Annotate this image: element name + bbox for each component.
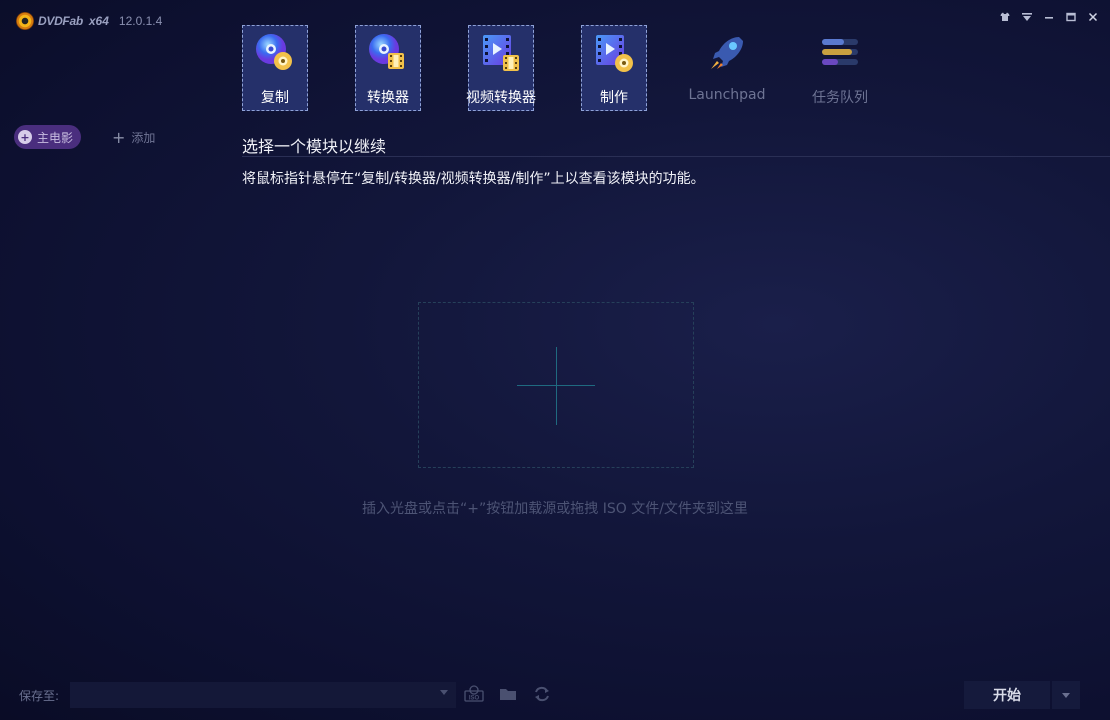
module-video-converter-label: 视频转换器 [466, 90, 536, 106]
module-creator[interactable]: 制作 [581, 25, 647, 111]
plus-circle-icon: + [18, 130, 32, 144]
app-logo: DVDFab x64 12.0.1.4 [16, 12, 162, 30]
dvdfab-logo-icon [16, 12, 34, 30]
video-creator-icon [592, 31, 636, 75]
iso-icon[interactable]: ISO [464, 685, 484, 703]
add-source-button[interactable]: + 添加 [112, 129, 155, 146]
main-movie-label: 主电影 [37, 130, 74, 145]
save-path-dropdown-icon[interactable] [440, 690, 448, 695]
skin-icon[interactable] [998, 10, 1012, 24]
maximize-icon[interactable] [1064, 10, 1078, 24]
logo-text: DVDFab [38, 14, 83, 28]
module-creator-label: 制作 [600, 90, 628, 106]
close-icon[interactable] [1086, 10, 1100, 24]
app-window: DVDFab x64 12.0.1.4 + 主电影 + 添加 复制 转换器 视频… [0, 0, 1110, 720]
module-converter-label: 转换器 [367, 90, 409, 106]
start-options-dropdown[interactable] [1052, 681, 1080, 709]
heading-divider [242, 156, 1110, 157]
folder-icon[interactable] [498, 685, 518, 703]
add-label: 添加 [131, 131, 156, 145]
module-launchpad[interactable]: Launchpad [688, 25, 766, 111]
logo-arch: x64 [88, 14, 109, 28]
page-subtext: 将鼠标指针悬停在“复制/转换器/视频转换器/制作”上以查看该模块的功能。 [242, 171, 705, 187]
drop-hint: 插入光盘或点击“+”按钮加载源或拖拽 ISO 文件/文件夹到这里 [362, 501, 748, 517]
module-video-converter[interactable]: 视频转换器 [466, 25, 536, 111]
module-toolbar: 复制 转换器 视频转换器 制作 Launchpad 任务队列 [242, 25, 873, 111]
refresh-icon[interactable] [532, 685, 552, 703]
svg-text:ISO: ISO [469, 696, 480, 702]
page-heading: 选择一个模块以继续 [242, 137, 387, 156]
chevron-down-icon [1062, 693, 1070, 698]
main-movie-tag[interactable]: + 主电影 [14, 125, 82, 149]
menu-dropdown-icon[interactable] [1020, 10, 1034, 24]
module-task-queue[interactable]: 任务队列 [807, 25, 873, 111]
video-converter-icon [479, 31, 523, 75]
disc-converter-icon [366, 31, 410, 75]
rocket-icon [705, 31, 749, 75]
module-copy[interactable]: 复制 [242, 25, 308, 111]
add-plus-icon-vertical [556, 347, 557, 425]
start-button[interactable]: 开始 [964, 681, 1050, 709]
source-drop-zone[interactable] [418, 302, 694, 468]
bottom-bar: 保存至: ISO 开始 [0, 680, 1110, 720]
app-version: 12.0.1.4 [118, 14, 163, 28]
save-path-input[interactable] [70, 682, 456, 708]
module-launchpad-label: Launchpad [688, 87, 766, 103]
module-converter[interactable]: 转换器 [355, 25, 421, 111]
task-queue-icon [818, 31, 862, 75]
minimize-icon[interactable] [1042, 10, 1056, 24]
module-task-queue-label: 任务队列 [812, 90, 868, 106]
window-controls [998, 10, 1100, 24]
plus-icon: + [112, 127, 126, 147]
module-copy-label: 复制 [261, 90, 289, 106]
save-to-label: 保存至: [19, 689, 60, 703]
disc-copy-icon [253, 31, 297, 75]
